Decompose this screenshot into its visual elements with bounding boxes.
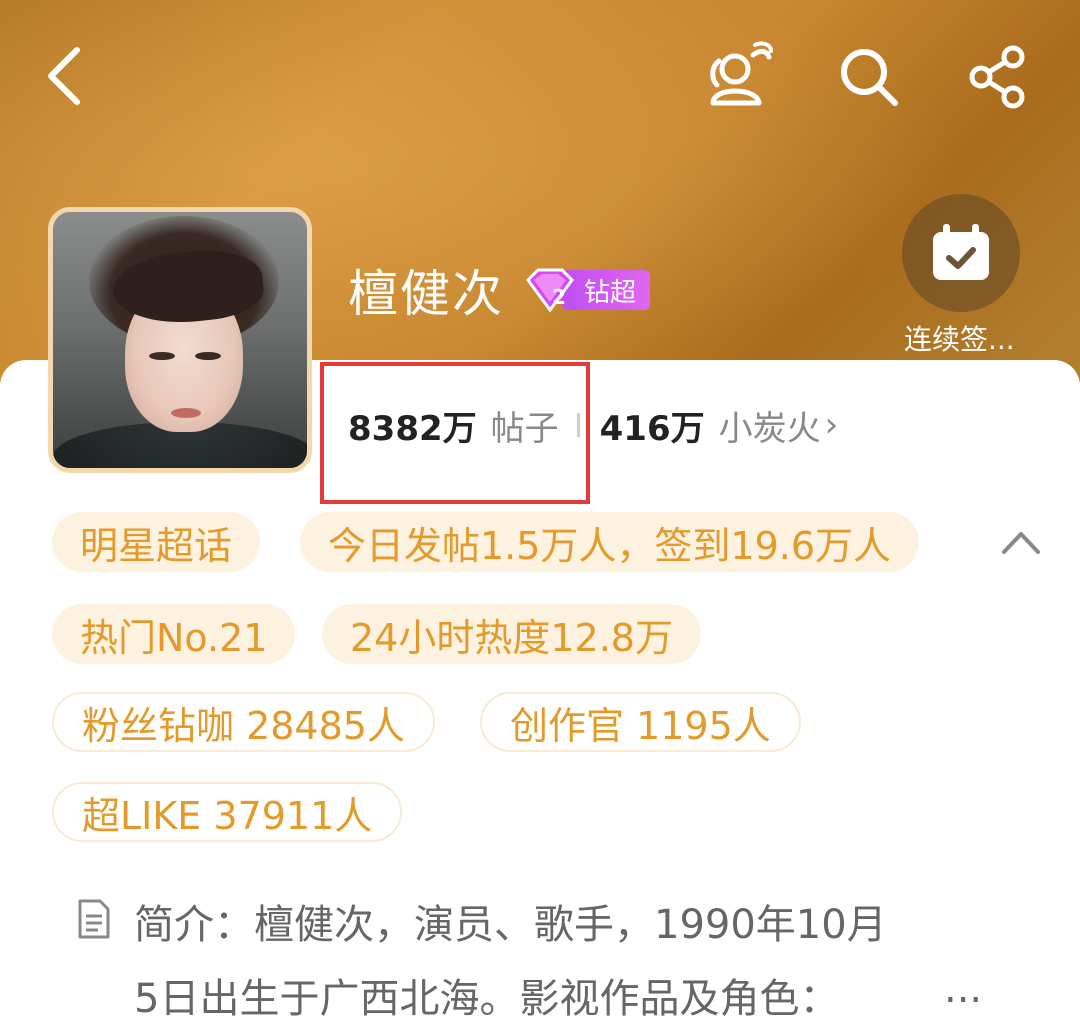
super-topic-people-icon (710, 41, 773, 106)
chevron-right-icon[interactable]: › (825, 405, 839, 445)
intro-more[interactable]: ... (944, 966, 982, 1012)
avatar-lip (171, 408, 201, 418)
tag-super-like[interactable]: 超LIKE 37911人 (52, 782, 403, 842)
chevron-left-icon (48, 47, 80, 105)
page-title: 檀健次 (348, 265, 504, 323)
tag-category[interactable]: 明星超话 (52, 512, 261, 572)
search-icon (841, 49, 898, 106)
stats-row: 8382万 帖子 416万 小炭火 › (348, 398, 838, 452)
tag-today-stats[interactable]: 今日发帖1.5万人，签到19.6万人 (300, 512, 920, 572)
tag-heat-24h[interactable]: 24小时热度12.8万 (322, 604, 701, 664)
tag-hot-rank[interactable]: 热门No.21 (52, 604, 296, 664)
chevron-up-icon[interactable] (998, 520, 1044, 566)
search-button[interactable] (832, 40, 906, 114)
posts-label: 帖子 (490, 408, 559, 449)
checkin-label: 连续签... (904, 323, 1015, 356)
fire-count[interactable]: 416万 (600, 401, 705, 450)
back-button[interactable] (28, 40, 98, 112)
stats-divider (576, 413, 580, 437)
intro-text-line1: 简介：檀健次，演员、歌手，1990年10月 (134, 902, 887, 948)
share-icon (969, 45, 1025, 109)
checkin-button[interactable] (902, 194, 1020, 312)
posts-count: 8382万 (348, 408, 477, 449)
share-button[interactable] (962, 40, 1036, 114)
fire-label[interactable]: 小炭火 (719, 401, 821, 450)
diamond-icon: 2 (526, 268, 574, 313)
level-badge[interactable]: 2 钻超 (522, 266, 656, 314)
document-icon (78, 899, 110, 939)
intro-text-line2: 5日出生于广西北海。影视作品及角色： (134, 976, 840, 1022)
calendar-check-icon (933, 224, 989, 280)
tag-fans-diamond[interactable]: 粉丝钻咖 28485人 (52, 692, 435, 752)
avatar-eye (195, 352, 221, 360)
badge-level-text: 2 (552, 285, 566, 309)
avatar-eye (149, 352, 175, 360)
tag-creators[interactable]: 创作官 1195人 (480, 692, 801, 752)
super-topic-people-button[interactable] (700, 38, 776, 114)
avatar[interactable] (48, 207, 312, 473)
